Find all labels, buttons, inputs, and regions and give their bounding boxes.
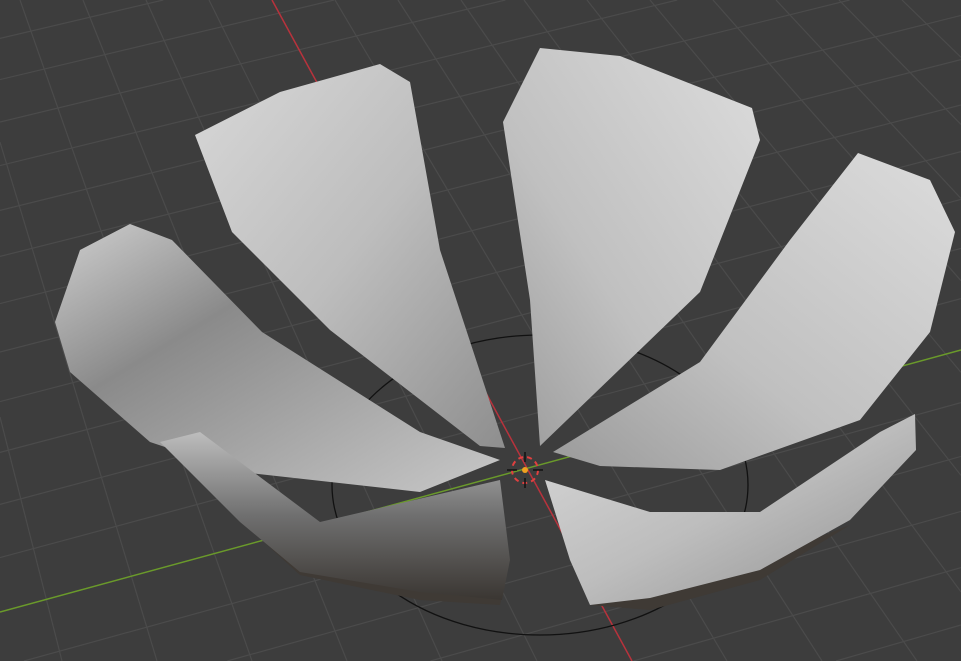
flower-mesh[interactable] bbox=[55, 48, 955, 610]
grid-line bbox=[0, 0, 335, 81]
viewport-canvas[interactable] bbox=[0, 0, 961, 661]
grid-line bbox=[901, 0, 961, 58]
grid-line bbox=[0, 0, 164, 39]
3d-viewport[interactable] bbox=[0, 0, 961, 661]
grid-line bbox=[838, 0, 961, 125]
object-origin-icon bbox=[522, 467, 528, 473]
grid-line bbox=[0, 416, 63, 661]
grid-line bbox=[835, 624, 961, 661]
